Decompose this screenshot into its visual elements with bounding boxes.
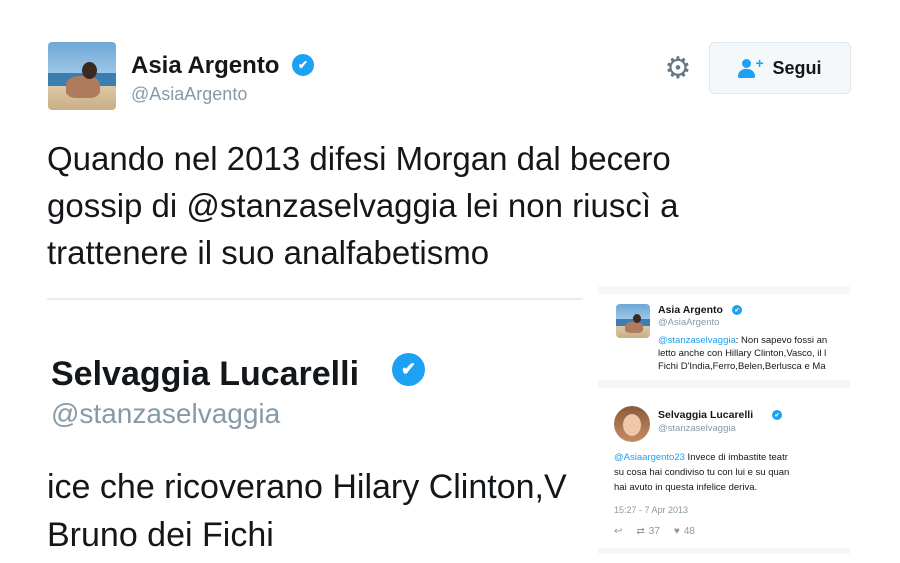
embedded-text-line: ice che ricoverano Hilary Clinton,V — [47, 468, 567, 506]
retweet-count: 37 — [648, 526, 660, 537]
verified-icon: ✔ — [392, 353, 425, 386]
like-count: 48 — [683, 526, 695, 537]
embedded-author-name: Selvaggia Lucarelli — [658, 409, 754, 421]
embedded-author-name: Selvaggia Lucarelli — [51, 355, 360, 393]
tweet-text-line: gossip di @stanzaselvaggia lei non riusc… — [47, 187, 679, 224]
embedded-author-name: Asia Argento — [658, 304, 723, 316]
embedded-author-handle: @stanzaselvaggia — [51, 398, 281, 429]
verified-icon: ✔ — [772, 410, 782, 420]
embedded-text-line: hai avuto in questa infelice deriva. — [614, 482, 758, 493]
tweet-text-line: trattenere il suo analfabetismo — [47, 234, 490, 271]
follow-label: Segui — [772, 57, 822, 78]
author-handle[interactable]: @AsiaArgento — [131, 84, 247, 105]
embedded-text-line: @stanzaselvaggia: Non sapevo fossi an — [658, 335, 828, 346]
mention-link: @stanzaselvaggia — [658, 335, 736, 346]
embedded-text-line: su cosa hai condiviso tu con lui e su qu… — [614, 467, 790, 478]
reply-icon: ↩ — [614, 526, 623, 537]
tweet-actions: ↩ ⇄ 37 ♥ 48 — [614, 526, 695, 537]
retweet-action: ⇄ 37 — [636, 526, 660, 537]
embedded-author-handle: @stanzaselvaggia — [658, 423, 736, 434]
embedded-screenshot[interactable]: Asia Argento ✔ @AsiaArgento @stanzaselva… — [598, 286, 850, 554]
tweet-text: Quando nel 2013 difesi Morgan dal becero… — [47, 135, 787, 276]
add-user-icon: + — [738, 55, 764, 78]
like-icon: ♥ — [673, 526, 680, 537]
author-name[interactable]: Asia Argento — [131, 52, 279, 80]
gear-icon[interactable]: ⚙ — [663, 54, 693, 84]
author-avatar — [614, 406, 650, 442]
embedded-image-crop[interactable]: Selvaggia Lucarelli ✔ @stanzaselvaggia i… — [47, 300, 582, 563]
author-avatar[interactable] — [48, 42, 116, 110]
verified-icon: ✔ — [732, 305, 742, 315]
retweet-icon: ⇄ — [636, 526, 645, 537]
follow-button[interactable]: + Segui — [709, 42, 851, 94]
embedded-text-line: Fichi D'India,Ferro,Belen,Berlusca e Ma — [658, 361, 826, 372]
embedded-text-line: letto anche con Hillary Clinton,Vasco, i… — [658, 348, 827, 359]
mention-link: @Asiaargento23 — [614, 452, 685, 463]
timestamp: 15:27 - 7 Apr 2013 — [614, 505, 689, 515]
embedded-text-line: @Asiaargento23 Invece di imbastite teatr — [614, 452, 788, 463]
verified-icon: ✔ — [292, 54, 314, 76]
tweet-text-line: Quando nel 2013 difesi Morgan dal becero — [47, 140, 671, 177]
like-action: ♥ 48 — [674, 526, 695, 537]
author-avatar — [616, 304, 650, 338]
avatar-figure — [66, 76, 100, 98]
embedded-author-handle: @AsiaArgento — [658, 317, 720, 328]
embedded-text-line: Bruno dei Fichi — [47, 516, 274, 554]
avatar-head — [82, 62, 97, 79]
